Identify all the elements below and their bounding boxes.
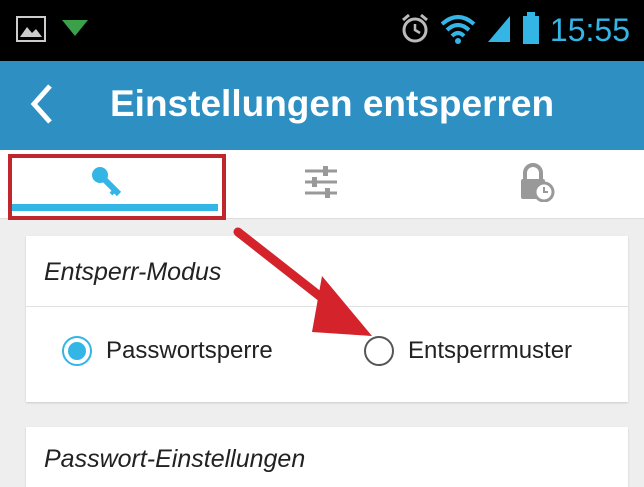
- unlock-mode-card: Entsperr-Modus Passwortsperre Entsperrmu…: [26, 236, 628, 402]
- card-divider: [26, 306, 628, 307]
- sliders-icon: [301, 162, 341, 207]
- lock-clock-icon: [515, 162, 555, 207]
- battery-icon: [522, 11, 540, 50]
- action-bar: Einstellungen entsperren: [0, 61, 644, 150]
- radio-label-pattern: Entsperrmuster: [408, 337, 573, 364]
- radio-button-checked[interactable]: [62, 336, 92, 366]
- signal-icon: [486, 12, 512, 49]
- radio-option-pattern[interactable]: Entsperrmuster: [364, 336, 572, 366]
- wifi-icon: [440, 12, 476, 49]
- clock-time: 15:55: [549, 12, 630, 48]
- radio-button-unchecked[interactable]: [364, 336, 394, 366]
- status-bar: 15:55: [0, 0, 644, 61]
- annotation-highlight-box: [8, 154, 226, 220]
- back-button[interactable]: [28, 79, 78, 133]
- radio-label-password: Passwortsperre: [106, 337, 273, 364]
- radio-dot: [68, 342, 86, 360]
- tab-lock-timer[interactable]: [428, 150, 642, 218]
- page-title: Einstellungen entsperren: [110, 83, 555, 124]
- unlock-mode-title: Entsperr-Modus: [44, 258, 222, 286]
- password-settings-card: Passwort-Einstellungen: [26, 427, 628, 487]
- password-settings-title: Passwort-Einstellungen: [44, 445, 306, 473]
- status-left-icons: [16, 16, 90, 47]
- download-icon: [60, 16, 90, 47]
- status-right-icons: 15:55: [400, 10, 630, 50]
- image-icon: [16, 16, 46, 47]
- tab-settings[interactable]: [214, 150, 428, 218]
- alarm-icon: [400, 12, 430, 49]
- back-arrow-icon: [28, 82, 56, 131]
- radio-option-password[interactable]: Passwortsperre: [62, 336, 273, 366]
